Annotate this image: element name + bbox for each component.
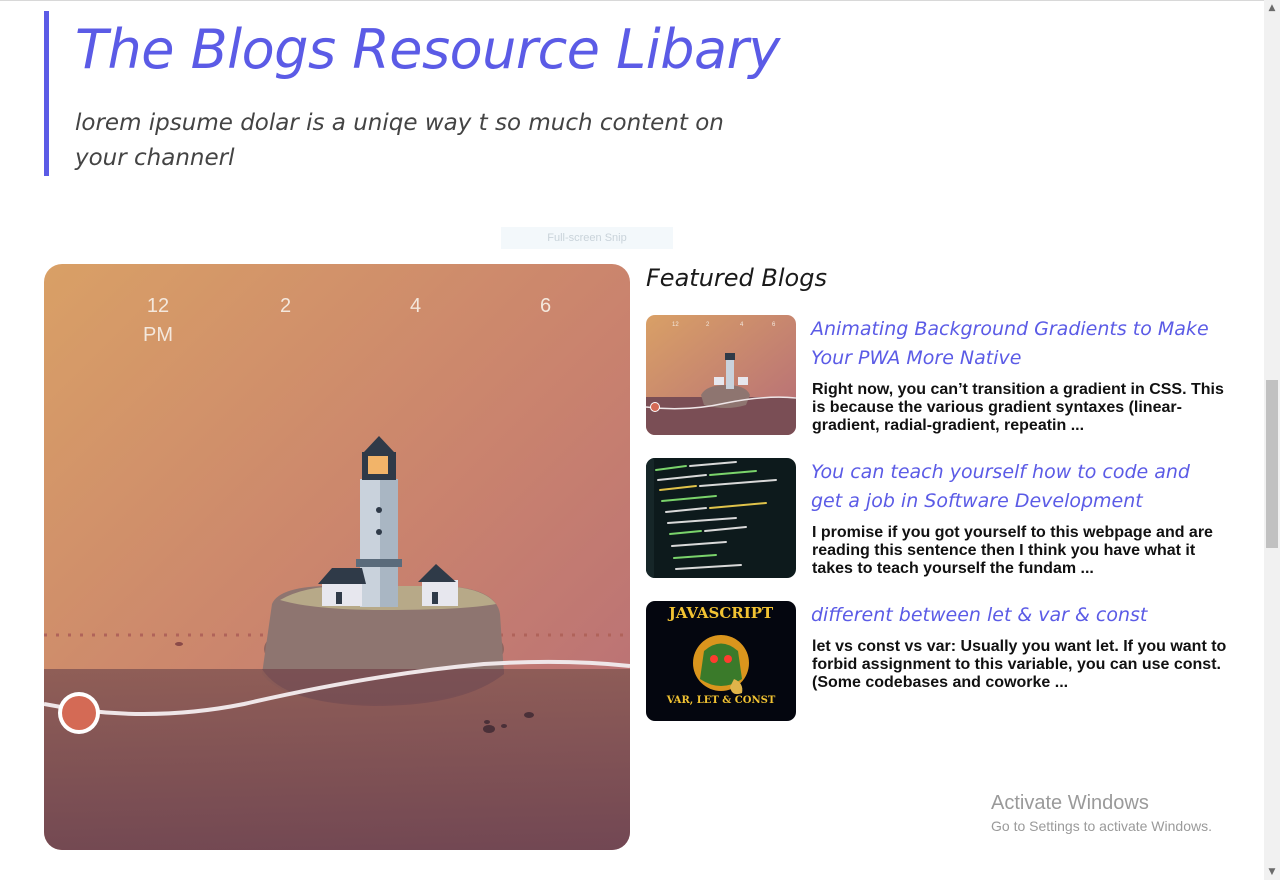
blog-excerpt: let vs const vs var: Usually you want le… <box>812 638 1227 691</box>
vertical-scrollbar[interactable]: ▲ ▼ <box>1264 0 1280 880</box>
code-screen-thumbnail-icon[interactable] <box>646 458 796 578</box>
blog-excerpt: Right now, you can’t transition a gradie… <box>812 381 1224 434</box>
javascript-thumb-subtitle: VAR, LET & CONST <box>666 695 776 706</box>
lighthouse-illustration <box>44 264 630 850</box>
hero-accent-bar <box>44 11 49 176</box>
time-label-4: 4 <box>410 295 422 317</box>
windows-activation-watermark: Activate Windows Go to Settings to activ… <box>991 791 1212 837</box>
blog-title-link[interactable]: You can teach yourself how to code and g… <box>811 458 1221 516</box>
blog-title-link[interactable]: Animating Background Gradients to Make Y… <box>811 315 1221 373</box>
blog-excerpt: I promise if you got yourself to this we… <box>812 524 1213 577</box>
time-label-12pm: 12 PM <box>143 295 173 346</box>
javascript-thumbnail-icon[interactable]: JAVASCRIPT VAR, LET & CONST <box>646 601 796 721</box>
page-subtitle: lorem ipsume dolar is a uniqe way t so m… <box>75 110 724 171</box>
top-border <box>0 0 1264 1</box>
watermark-line-1: Activate Windows <box>991 792 1149 814</box>
blog-card[interactable]: JAVASCRIPT VAR, LET & CONST different be… <box>646 601 1236 725</box>
scrollbar-thumb[interactable] <box>1266 380 1278 548</box>
time-label-6: 6 <box>540 295 552 317</box>
lighthouse-thumbnail-icon[interactable]: 12 2 4 6 <box>646 315 796 435</box>
page-title: The Blogs Resource Libary <box>75 18 780 81</box>
blog-title-link[interactable]: different between let & var & const <box>811 601 1221 630</box>
watermark-line-2: Go to Settings to activate Windows. <box>991 818 1212 834</box>
time-label-2: 2 <box>280 295 292 317</box>
scroll-down-arrow-icon[interactable]: ▼ <box>1264 864 1280 880</box>
svg-text:12: 12 <box>672 322 679 328</box>
scroll-up-arrow-icon[interactable]: ▲ <box>1264 0 1280 16</box>
javascript-thumb-title: JAVASCRIPT <box>668 604 774 622</box>
featured-blogs-heading: Featured Blogs <box>646 264 827 292</box>
snip-overlay-label: Full-screen Snip <box>501 227 673 249</box>
cutoff-content <box>44 866 664 880</box>
featured-hero-image[interactable]: 12 PM 2 4 6 <box>44 264 630 850</box>
blog-card[interactable]: You can teach yourself how to code and g… <box>646 458 1236 582</box>
blog-card[interactable]: 12 2 4 6 Animating Background Gradients … <box>646 315 1236 439</box>
